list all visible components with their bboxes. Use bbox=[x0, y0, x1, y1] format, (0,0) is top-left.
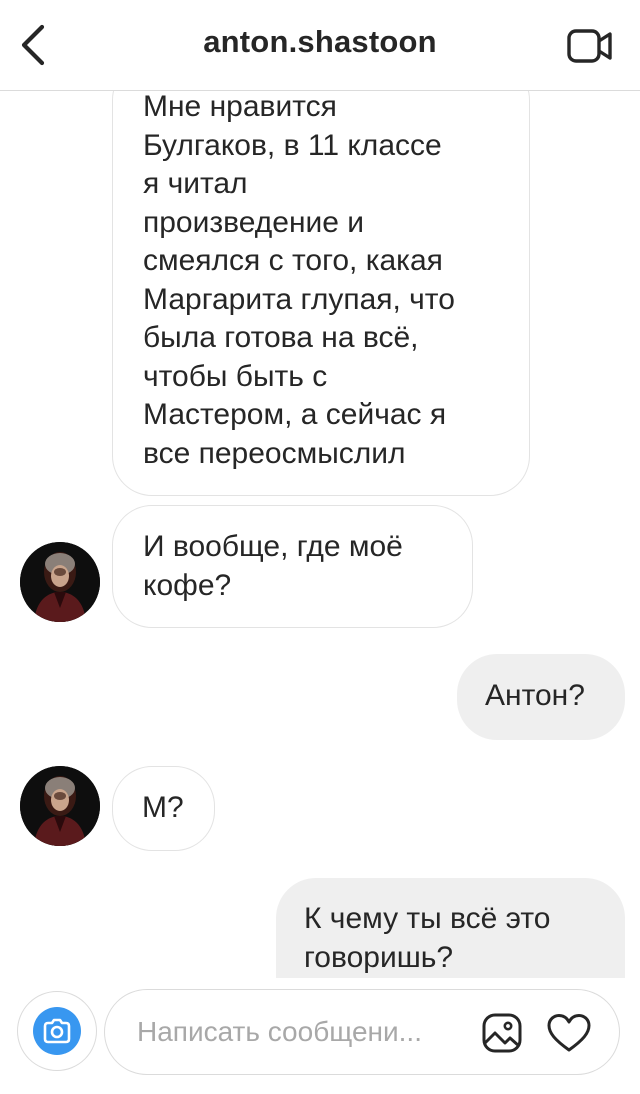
chat-username[interactable]: anton.shastoon bbox=[0, 24, 640, 60]
camera-icon bbox=[43, 1018, 71, 1044]
camera-button[interactable] bbox=[17, 991, 97, 1071]
chat-header: anton.shastoon bbox=[0, 0, 640, 91]
profile-photo bbox=[20, 766, 100, 846]
message-bubble-incoming[interactable]: Мне нравится Булгаков, в 11 классе я чит… bbox=[112, 60, 530, 496]
camera-icon-badge bbox=[33, 1007, 81, 1055]
message-thread[interactable]: Мне нравится Булгаков, в 11 классе я чит… bbox=[0, 0, 640, 1094]
avatar[interactable] bbox=[20, 766, 100, 846]
message-field[interactable] bbox=[104, 989, 620, 1075]
image-gallery-icon bbox=[482, 1013, 522, 1053]
message-bubble-outgoing[interactable]: Антон? bbox=[457, 654, 625, 740]
video-call-button[interactable] bbox=[564, 24, 616, 68]
message-bubble-incoming[interactable]: И вообще, где моё кофе? bbox=[112, 505, 473, 628]
profile-photo bbox=[20, 542, 100, 622]
message-bubble-incoming[interactable]: М? bbox=[112, 766, 215, 851]
like-button[interactable] bbox=[545, 1010, 593, 1056]
video-camera-icon bbox=[567, 29, 612, 63]
message-input[interactable] bbox=[137, 1010, 457, 1054]
heart-icon bbox=[547, 1014, 591, 1052]
avatar[interactable] bbox=[20, 542, 100, 622]
gallery-button[interactable] bbox=[479, 1010, 525, 1056]
